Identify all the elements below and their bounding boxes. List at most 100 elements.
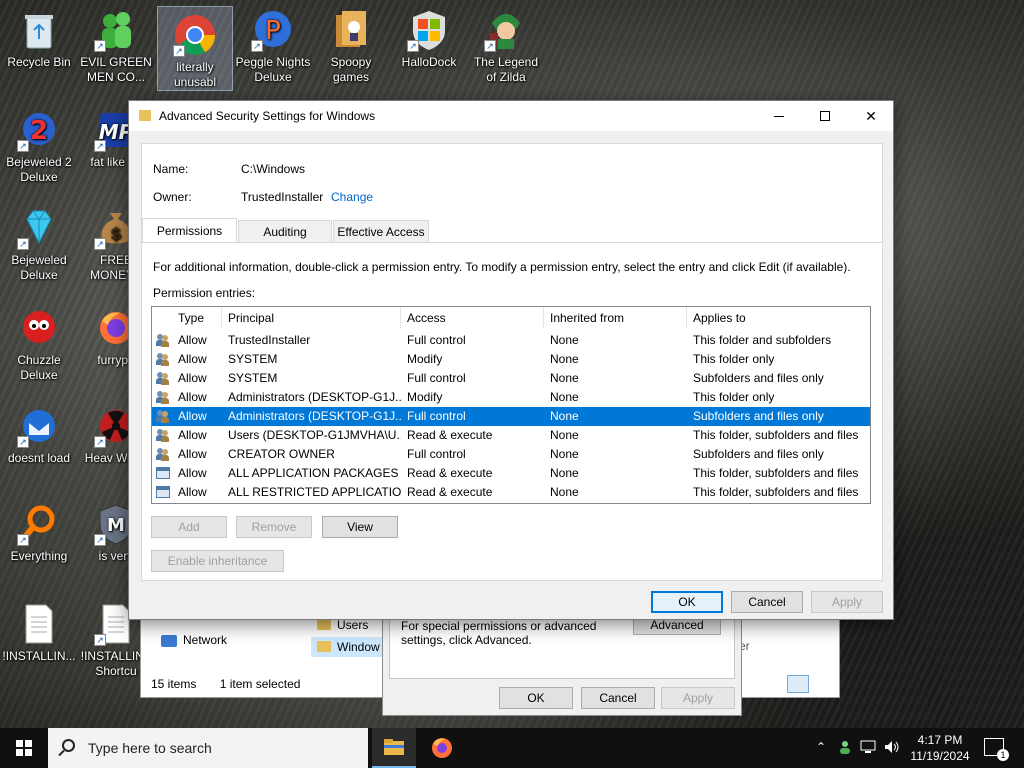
- desktop-icon-spoopy-games[interactable]: Spoopy games: [313, 2, 389, 85]
- svg-text:P: P: [265, 16, 281, 46]
- table-row[interactable]: Allow SYSTEM Full control None Subfolders an…: [152, 369, 870, 388]
- table-row[interactable]: Allow ALL APPLICATION PACKAGES Read & exec…: [152, 464, 870, 483]
- cell-type: Allow: [178, 466, 207, 480]
- shield-windows-icon: ↗: [407, 8, 451, 52]
- column-header-type[interactable]: Type: [172, 307, 222, 329]
- table-row[interactable]: Allow ALL RESTRICTED APPLICATIO... Read & …: [152, 483, 870, 502]
- cell-inherited-from: None: [550, 428, 579, 442]
- table-row[interactable]: Allow TrustedInstaller Full control None Thi…: [152, 331, 870, 350]
- table-row[interactable]: Allow SYSTEM Modify None This folder only: [152, 350, 870, 369]
- table-row[interactable]: Allow Administrators (DESKTOP-G1J... Modif…: [152, 388, 870, 407]
- desktop-icon-doesnt-load[interactable]: ↗ doesnt load: [1, 398, 77, 466]
- ok-button[interactable]: OK: [499, 687, 573, 709]
- cell-applies-to: This folder, subfolders and files: [693, 485, 859, 499]
- table-row[interactable]: Allow CREATOR OWNER Full control None Subfol…: [152, 445, 870, 464]
- enable-inheritance-button: Enable inheritance: [151, 550, 284, 572]
- taskbar-firefox[interactable]: [420, 728, 464, 768]
- column-header-inherited-from[interactable]: Inherited from: [544, 307, 687, 329]
- desktop-icon-chuzzle[interactable]: Chuzzle Deluxe: [1, 300, 77, 383]
- desktop-icon-hallodock[interactable]: ↗ HalloDock: [391, 2, 467, 70]
- system-clock[interactable]: 4:17 PM 11/19/2024: [908, 732, 972, 764]
- cell-access: Read & execute: [407, 428, 493, 442]
- details-view-icon[interactable]: [787, 675, 809, 693]
- network-icon[interactable]: [860, 740, 876, 756]
- desktop-icon-evil-green-men[interactable]: ↗ EVIL GREEN MEN CO...: [78, 2, 154, 85]
- desktop-icon-label: Bejeweled 2 Deluxe: [6, 155, 72, 184]
- minimize-button[interactable]: [756, 101, 802, 131]
- notification-center-icon[interactable]: 1: [984, 738, 1009, 761]
- shortcut-arrow-icon: ↗: [94, 40, 106, 52]
- permissions-hint: For additional information, double-click…: [153, 260, 851, 274]
- name-label: Name:: [153, 162, 189, 176]
- app-package-icon: [156, 467, 170, 479]
- ok-button[interactable]: OK: [651, 591, 723, 613]
- nav-item-network[interactable]: Network: [161, 633, 227, 647]
- user-group-icon: [156, 429, 170, 442]
- cell-principal: TrustedInstaller: [228, 333, 311, 347]
- cancel-button[interactable]: Cancel: [581, 687, 655, 709]
- owner-value: TrustedInstaller: [241, 190, 324, 204]
- user-group-icon: [156, 410, 170, 423]
- advanced-security-settings-dialog: Advanced Security Settings for Windows ✕…: [128, 100, 894, 620]
- view-button[interactable]: View: [322, 516, 398, 538]
- shortcut-arrow-icon: ↗: [94, 238, 106, 250]
- large-icons-view-icon[interactable]: [813, 675, 833, 693]
- tab-effective-access[interactable]: Effective Access: [333, 220, 429, 242]
- file-explorer-icon: [384, 739, 404, 755]
- change-owner-link[interactable]: Change: [331, 190, 373, 204]
- taskbar-file-explorer[interactable]: [372, 728, 416, 768]
- desktop-icon-literally-unusable[interactable]: ↗ literally unusabl: [157, 6, 233, 91]
- volume-icon[interactable]: [884, 740, 900, 756]
- advanced-note: For special permissions or advanced sett…: [401, 619, 597, 647]
- desktop-icon-label: The Legend of Zilda: [473, 55, 539, 84]
- cell-inherited-from: None: [550, 333, 579, 347]
- cancel-button[interactable]: Cancel: [731, 591, 803, 613]
- desktop-icon-bejeweled[interactable]: ↗ Bejeweled Deluxe: [1, 200, 77, 283]
- apply-button: Apply: [661, 687, 735, 709]
- name-value: C:\Windows: [241, 162, 306, 176]
- maximize-button[interactable]: [802, 101, 848, 131]
- everything-search-icon: ↗: [17, 502, 61, 546]
- zilda-character-icon: ↗: [484, 8, 528, 52]
- people-icon[interactable]: [838, 740, 854, 756]
- desktop-icon-recycle-bin[interactable]: Recycle Bin: [1, 2, 77, 70]
- cell-principal: CREATOR OWNER: [228, 447, 335, 461]
- folder-icon: [139, 110, 151, 121]
- shortcut-arrow-icon: ↗: [17, 140, 29, 152]
- table-row[interactable]: Allow Administrators (DESKTOP-G1J... Full …: [152, 407, 870, 426]
- close-button[interactable]: ✕: [848, 101, 894, 131]
- cell-applies-to: This folder only: [693, 390, 775, 404]
- cell-access: Read & execute: [407, 485, 493, 499]
- start-button[interactable]: [0, 728, 48, 768]
- owner-label: Owner:: [153, 190, 192, 204]
- table-row[interactable]: Allow Users (DESKTOP-G1JMVHA\U... Read & e…: [152, 426, 870, 445]
- column-header-principal[interactable]: Principal: [222, 307, 401, 329]
- desktop-icon-bejeweled-2[interactable]: 2 ↗ Bejeweled 2 Deluxe: [1, 102, 77, 185]
- add-button: Add: [151, 516, 227, 538]
- desktop-icon-everything[interactable]: ↗ Everything: [1, 496, 77, 564]
- desktop-icon-peggle-nights[interactable]: P ↗ Peggle Nights Deluxe: [235, 2, 311, 85]
- shortcut-arrow-icon: ↗: [17, 534, 29, 546]
- desktop-icon-label: !INSTALLIN...: [2, 649, 76, 663]
- search-placeholder: Type here to search: [88, 740, 212, 756]
- taskbar-search-box[interactable]: Type here to search: [48, 728, 368, 768]
- diamond-icon: ↗: [17, 206, 61, 250]
- network-icon: [161, 634, 177, 647]
- column-header-access[interactable]: Access: [401, 307, 544, 329]
- shortcut-arrow-icon: ↗: [94, 140, 106, 152]
- desktop-icon-legend-of-zilda[interactable]: ↗ The Legend of Zilda: [468, 2, 544, 85]
- user-group-icon: [156, 372, 170, 385]
- permission-entries-table: Type Principal Access Inherited from App…: [151, 306, 871, 504]
- tab-permissions[interactable]: Permissions: [142, 218, 237, 242]
- item-count: 15 items: [151, 677, 197, 691]
- desktop-icon-installin-1[interactable]: !INSTALLIN...: [1, 596, 77, 664]
- cell-applies-to: This folder and subfolders: [693, 333, 832, 347]
- thunderbird-icon: ↗: [17, 404, 61, 448]
- chevron-up-icon[interactable]: ⌃: [816, 740, 830, 756]
- cell-applies-to: Subfolders and files only: [693, 409, 824, 423]
- tab-auditing[interactable]: Auditing: [238, 220, 332, 242]
- column-header-applies-to[interactable]: Applies to: [687, 307, 870, 329]
- shortcut-arrow-icon: ↗: [251, 40, 263, 52]
- title-bar: Advanced Security Settings for Windows ✕: [129, 101, 893, 131]
- svg-text:$: $: [110, 224, 121, 243]
